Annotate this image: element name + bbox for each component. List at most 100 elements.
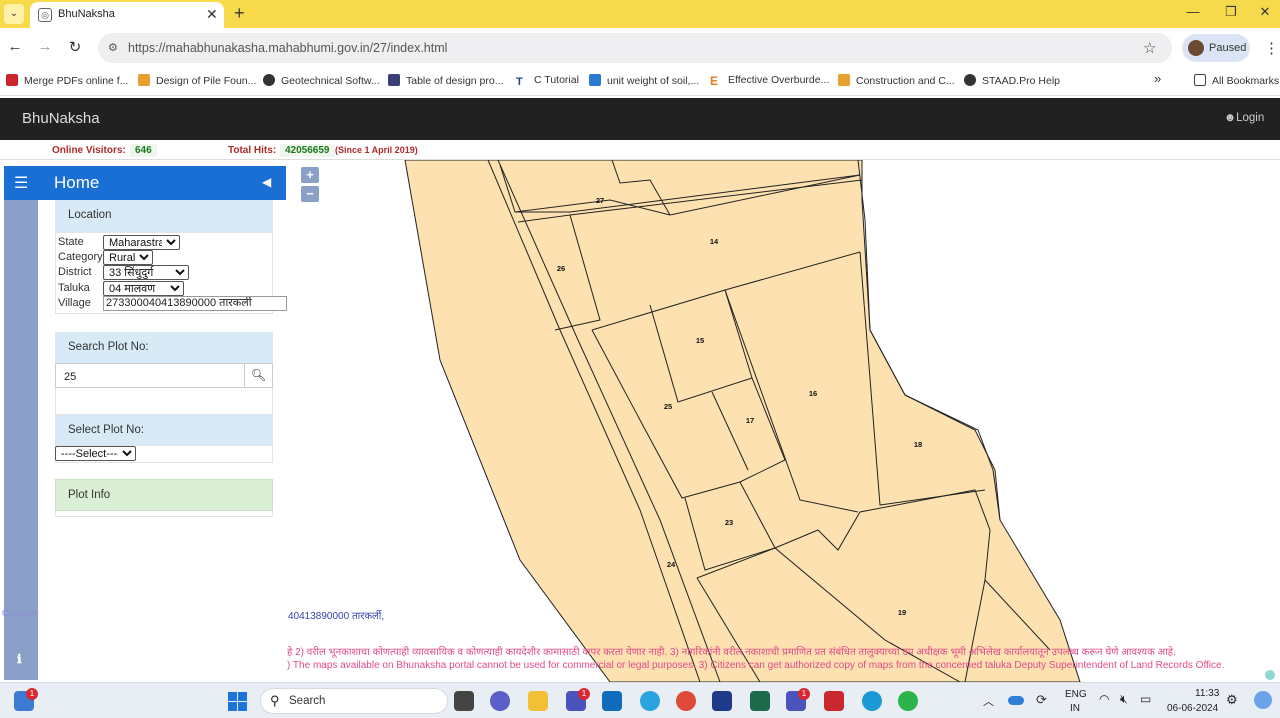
browser-tab-active[interactable]: ◎ BhuNaksha ✕ — [30, 2, 224, 28]
site-info-icon[interactable]: ⚙ — [108, 41, 118, 54]
bookmark-item[interactable]: Table of design pro... — [388, 74, 503, 87]
whatsapp-icon[interactable] — [898, 691, 918, 711]
brand-title[interactable]: BhuNaksha — [22, 110, 100, 127]
clock-date[interactable]: 06-06-2024 — [1167, 703, 1218, 714]
battery-icon[interactable]: ▭ — [1140, 692, 1151, 706]
bookmark-item[interactable]: unit weight of soil,... — [589, 74, 699, 87]
onedrive-icon[interactable] — [1008, 696, 1024, 705]
state-select[interactable]: Maharastra — [103, 235, 180, 250]
tab-close-icon[interactable]: ✕ — [206, 6, 218, 23]
volume-muted-icon[interactable]: 🔇︎ — [1120, 692, 1128, 707]
bookmark-star-icon[interactable]: ☆ — [1143, 39, 1156, 57]
profile-button[interactable]: Paused — [1182, 34, 1250, 62]
notice-marathi-wrap: हे 2) वरील भूनकाशाचा कोणत्याही व्यावसायि… — [287, 644, 1253, 658]
bookmark-item[interactable]: Merge PDFs online f... — [6, 74, 128, 87]
zoom-in-button[interactable]: + — [301, 167, 319, 183]
tab-search-dropdown-icon[interactable]: ⌄ — [4, 4, 24, 24]
plot-label[interactable]: 23 — [725, 518, 733, 527]
app-icon[interactable] — [640, 691, 660, 711]
new-tab-plus-icon[interactable]: + — [234, 3, 245, 24]
feedback-icon[interactable] — [1265, 670, 1275, 680]
task-view-icon[interactable] — [454, 691, 474, 711]
zoom-out-button[interactable]: − — [301, 186, 319, 202]
profile-status: Paused — [1209, 42, 1247, 54]
cadastral-map[interactable]: 27 14 26 15 25 16 17 18 23 24 19 — [288, 160, 1280, 682]
bookmark-item[interactable]: E Effective Overburde... — [710, 74, 829, 87]
state-label: State — [58, 236, 84, 248]
faded-category-text: Category — [2, 608, 39, 618]
plot-label[interactable]: 16 — [809, 389, 817, 398]
acrobat-icon[interactable] — [824, 691, 844, 711]
bookmark-item[interactable]: Design of Pile Foun... — [138, 74, 256, 87]
t-letter-icon: T — [516, 76, 528, 88]
plot-label[interactable]: 25 — [664, 402, 672, 411]
plot-label[interactable]: 18 — [914, 440, 922, 449]
windows-start-icon[interactable] — [228, 692, 247, 711]
village-select[interactable]: 273300040413890000 तारकर्ली — [103, 296, 287, 311]
bookmark-item[interactable]: STAAD.Pro Help — [964, 74, 1060, 87]
forward-arrow-icon[interactable]: → — [34, 38, 56, 55]
bookmark-item[interactable]: Construction and C... — [838, 74, 955, 87]
wifi-icon[interactable]: ◠ — [1099, 692, 1109, 706]
copilot-icon[interactable] — [1254, 691, 1272, 709]
taluka-label: Taluka — [58, 282, 90, 294]
restore-icon[interactable]: ❐ — [1216, 4, 1246, 20]
app-icon[interactable] — [750, 691, 770, 711]
store-icon[interactable] — [712, 691, 732, 711]
plot-info-panel-header[interactable]: Plot Info — [55, 479, 273, 511]
info-button[interactable]: ℹ — [4, 648, 38, 670]
file-explorer-icon[interactable] — [528, 691, 548, 711]
hits-label: Total Hits: — [228, 145, 277, 156]
notification-badge: 1 — [26, 688, 38, 700]
more-menu-icon[interactable]: ⋮ — [1264, 39, 1279, 57]
plot-label[interactable]: 24 — [667, 560, 676, 569]
search-icon[interactable]: 🔍︎ — [244, 363, 273, 388]
map-svg[interactable]: 27 14 26 15 25 16 17 18 23 24 19 — [288, 160, 1280, 682]
plot-label[interactable]: 17 — [746, 416, 754, 425]
edge-icon[interactable] — [862, 691, 882, 711]
back-arrow-icon[interactable]: ← — [4, 38, 26, 55]
bookmark-item[interactable]: Geotechnical Softw... — [263, 74, 380, 87]
plot-label[interactable]: 27 — [596, 196, 604, 205]
minimize-icon[interactable]: — — [1178, 4, 1208, 19]
taluka-select[interactable]: 04 मालवण — [103, 281, 184, 296]
collapse-left-icon[interactable]: ◀ — [262, 175, 271, 189]
notification-badge: 1 — [578, 688, 590, 700]
login-link[interactable]: ☻Login — [1224, 112, 1264, 124]
outlook-icon[interactable] — [602, 691, 622, 711]
more-bookmarks-chevron-icon[interactable]: » — [1154, 71, 1161, 86]
home-title: Home — [54, 173, 100, 192]
bookmark-item[interactable]: TC Tutorial — [516, 74, 579, 88]
reload-icon[interactable]: ↻ — [64, 38, 86, 56]
plot-label[interactable]: 19 — [898, 608, 906, 617]
notifications-bell-icon[interactable]: ⚙ — [1226, 692, 1238, 708]
omnibox[interactable]: ⚙ https://mahabhunakasha.mahabhumi.gov.i… — [98, 33, 1172, 63]
language-top[interactable]: ENG — [1065, 689, 1087, 700]
close-window-icon[interactable]: ✕ — [1250, 4, 1280, 20]
plot-search-input[interactable]: 25 — [55, 363, 245, 388]
chevron-up-icon[interactable]: ︿ — [983, 693, 994, 709]
plot-number-select[interactable]: ----Select---- — [55, 446, 136, 461]
chat-icon[interactable] — [490, 691, 510, 711]
bookmark-site-icon — [138, 74, 150, 86]
bookmarks-bar: Merge PDFs online f... Design of Pile Fo… — [0, 68, 1280, 96]
taskbar-search[interactable]: ⚲ Search — [260, 688, 448, 714]
clock-time[interactable]: 11:33 — [1195, 688, 1219, 699]
url-text[interactable]: https://mahabhunakasha.mahabhumi.gov.in/… — [128, 41, 447, 55]
bookmark-site-icon — [589, 74, 601, 86]
chrome-icon[interactable] — [676, 691, 696, 711]
language-bottom[interactable]: IN — [1070, 703, 1080, 714]
plot-label[interactable]: 26 — [557, 264, 565, 273]
plot-label[interactable]: 14 — [710, 237, 719, 246]
location-panel-header: Location — [55, 200, 273, 232]
plot-label[interactable]: 15 — [696, 336, 704, 345]
all-bookmarks-button[interactable]: All Bookmarks — [1194, 74, 1279, 87]
user-icon: ☻ — [1224, 112, 1237, 124]
stats-bar: Online Visitors: 646 Total Hits: 4205665… — [0, 140, 1280, 160]
sync-icon[interactable]: ⟳ — [1036, 692, 1047, 708]
globe-icon — [964, 74, 976, 86]
category-select[interactable]: Rural — [103, 250, 153, 265]
hamburger-menu-icon[interactable]: ☰ — [14, 173, 28, 193]
district-select[interactable]: 33 सिंधुदुर्ग — [103, 265, 189, 280]
sidebar-home-bar: ☰ Home ◀ — [4, 166, 286, 200]
